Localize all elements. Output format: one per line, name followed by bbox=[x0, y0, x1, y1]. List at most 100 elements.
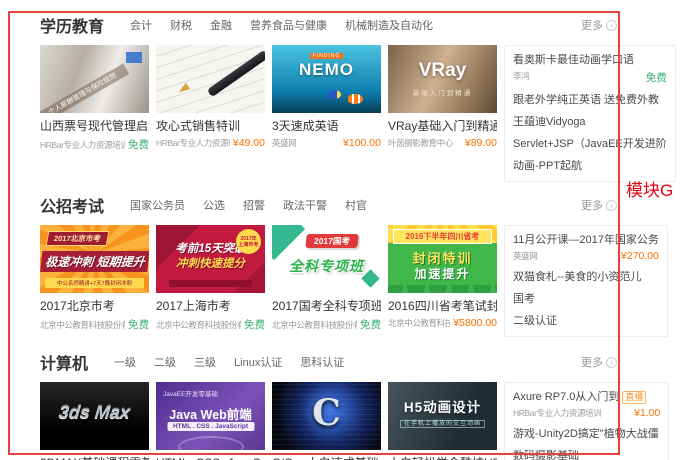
course-meta: 北京中公教育科技股份有限公司 免费 bbox=[40, 317, 149, 332]
tab-public-selection[interactable]: 公选 bbox=[203, 197, 225, 213]
course-thumbnail: 3ds Max bbox=[40, 382, 149, 450]
list-item[interactable]: 游戏-Unity2D搞定"植物大战僵 bbox=[513, 428, 660, 441]
course-meta: 北京中公教育科技股份有限公司 免费 bbox=[156, 317, 265, 332]
course-card[interactable]: 2016下半年四川省考 封闭特训 加速提升 2016四川省考笔试封闭特训 北京中… bbox=[388, 225, 497, 329]
course-card[interactable]: 3ds Max 3DMAX基础课程零基础入门 bbox=[40, 382, 149, 460]
course-thumbnail: C bbox=[272, 382, 381, 450]
list-item[interactable]: 王蕴迪Vidyoga bbox=[513, 116, 667, 129]
tab-nutrition-health[interactable]: 营养食品与健康 bbox=[250, 17, 327, 33]
thumbnail-text-small: JavaEE开发零基础 bbox=[163, 391, 218, 398]
list-item[interactable]: Servlet+JSP（JavaEE开发进阶 bbox=[513, 138, 667, 151]
course-card[interactable]: FINDING NEMO 3天速成英语 英盛网 ¥100.00 bbox=[272, 45, 381, 149]
course-title: 3天速成英语 bbox=[272, 119, 339, 133]
thumbnail-pill: HTML . CSS . JavaScript bbox=[166, 422, 255, 431]
course-provider: 李鸿 bbox=[513, 71, 530, 81]
course-card[interactable]: C C/C++小白速成基础 直播 bbox=[272, 382, 381, 460]
tab-village-official[interactable]: 村官 bbox=[345, 197, 367, 213]
course-price: 免费 bbox=[128, 139, 149, 151]
course-title: 2017国考全科专项班 bbox=[272, 299, 381, 313]
course-title: 国考 bbox=[513, 293, 535, 305]
course-thumbnail: 个人薪酬管理与保险规划 bbox=[40, 45, 149, 113]
list-item[interactable]: Axure RP7.0从入门到 直播 HRBar专业人力资源培训 ¥1.00 bbox=[513, 391, 660, 419]
tab-linux-cert[interactable]: Linux认证 bbox=[234, 354, 282, 370]
chevron-right-icon: › bbox=[606, 199, 617, 211]
course-title-text: C/C++小白速成基础 bbox=[272, 456, 379, 460]
thumbnail-text-big2: 加速提升 bbox=[414, 267, 471, 281]
course-row: 个人薪酬管理与保险规划 山西票号现代管理启示录 HRBar专业人力资源培训 免费… bbox=[40, 45, 676, 182]
course-provider: 英盛网 bbox=[272, 138, 297, 148]
list-item[interactable]: 二级认证 bbox=[513, 315, 659, 328]
course-card[interactable]: 2017国考 全科专项班 2017国考全科专项班 北京中公教育科技股份有限公司 … bbox=[272, 225, 381, 332]
tab-cisco-cert[interactable]: 思科认证 bbox=[300, 354, 344, 370]
list-item[interactable]: 动画-PPT起航 bbox=[513, 160, 667, 173]
course-price: 免费 bbox=[244, 319, 265, 331]
list-item[interactable]: 看奥斯卡最佳动画学口语 李鸿 免费 bbox=[513, 54, 667, 85]
thumbnail-text-big: NEMO bbox=[299, 60, 354, 79]
course-card[interactable]: 考前15天突破 冲刺快速提分 2017年上海市考 2017上海市考 北京中公教育… bbox=[156, 225, 265, 332]
list-item[interactable]: 双猫食札--美食的小资范儿 bbox=[513, 271, 659, 284]
course-card[interactable]: 2017北京市考 极速冲刺 短期提升 中公名师精讲+7天7晚封闭冲刺 2017北… bbox=[40, 225, 149, 332]
course-title: 数码摄影基础 bbox=[513, 450, 579, 460]
tab-level-1[interactable]: 一级 bbox=[114, 354, 136, 370]
tab-level-2[interactable]: 二级 bbox=[154, 354, 176, 370]
list-item[interactable]: 跟老外学纯正英语 送免费外教 bbox=[513, 94, 667, 107]
section-tabs: 会计 财税 金融 营养食品与健康 机械制造及自动化 bbox=[130, 17, 433, 33]
more-label: 更多 bbox=[581, 200, 603, 212]
course-title: 双猫食札--美食的小资范儿 bbox=[513, 271, 642, 283]
thumbnail-text-sub: 中公名师精讲+7天7晚封闭冲刺 bbox=[45, 278, 144, 288]
course-meta: 英盛网 ¥100.00 bbox=[272, 137, 381, 149]
course-provider: 英盛网 bbox=[513, 251, 538, 261]
course-card[interactable]: 个人薪酬管理与保险规划 山西票号现代管理启示录 HRBar专业人力资源培训 免费 bbox=[40, 45, 149, 152]
thumbnail-badge: 2017国考 bbox=[305, 234, 359, 248]
tab-finance-tax[interactable]: 财税 bbox=[170, 17, 192, 33]
section-header: 公招考试 国家公务员 公选 招警 政法干警 村官 更多 › bbox=[40, 196, 617, 216]
more-label: 更多 bbox=[581, 357, 603, 369]
tab-national-civil-servant[interactable]: 国家公务员 bbox=[130, 197, 185, 213]
course-provider: 北京中公教育科技股份有限公司 bbox=[156, 320, 241, 330]
course-title: C/C++小白速成基础 直播 bbox=[272, 456, 381, 460]
course-title: 看奥斯卡最佳动画学口语 bbox=[513, 54, 634, 66]
list-item[interactable]: 国考 bbox=[513, 293, 659, 306]
module-content: 学历教育 会计 财税 金融 营养食品与健康 机械制造及自动化 更多 › 个人薪酬… bbox=[40, 4, 676, 460]
course-card[interactable]: H5动画设计 在手机上播放的交互动画 小白轻松学会酷炫H5 bbox=[388, 382, 497, 460]
course-meta: 李鸿 免费 bbox=[513, 70, 667, 85]
tab-political-law[interactable]: 政法干警 bbox=[283, 197, 327, 213]
more-link[interactable]: 更多 › bbox=[581, 197, 617, 213]
course-price: ¥89.00 bbox=[464, 137, 497, 149]
list-item[interactable]: 11月公开课—2017年国家公务 英盛网 ¥270.00 bbox=[513, 234, 659, 262]
course-price: ¥100.00 bbox=[343, 137, 381, 149]
thumbnail-text-sub: 在手机上播放的交互动画 bbox=[388, 418, 497, 428]
thumbnail-text-big: 极速冲刺 短期提升 bbox=[40, 251, 149, 272]
section-title: 学历教育 bbox=[40, 19, 105, 36]
section-academic-education: 学历教育 会计 财税 金融 营养食品与健康 机械制造及自动化 更多 › 个人薪酬… bbox=[40, 16, 676, 182]
course-title: 攻心式销售特训 bbox=[156, 119, 241, 133]
course-title: 山西票号现代管理启示录 bbox=[40, 119, 149, 133]
course-provider: 叶茵摄影教育中心 bbox=[388, 138, 453, 148]
more-link[interactable]: 更多 › bbox=[581, 17, 617, 33]
section-title: 计算机 bbox=[40, 356, 89, 373]
chevron-right-icon: › bbox=[606, 356, 617, 368]
course-card[interactable]: JavaEE开发零基础 Java Web前端 HTML . CSS . Java… bbox=[156, 382, 265, 460]
tab-finance[interactable]: 金融 bbox=[210, 17, 232, 33]
course-provider: 北京中公教育科技股份有限公司 bbox=[40, 320, 125, 330]
course-thumbnail: 2017北京市考 极速冲刺 短期提升 中公名师精讲+7天7晚封闭冲刺 bbox=[40, 225, 149, 293]
course-title: 二级认证 bbox=[513, 315, 557, 327]
side-course-list: 看奥斯卡最佳动画学口语 李鸿 免费 跟老外学纯正英语 送免费外教 王蕴迪Vidy… bbox=[504, 45, 676, 182]
course-card[interactable]: 攻心式销售特训 HRBar专业人力资源培训 ¥49.00 bbox=[156, 45, 265, 149]
tab-level-3[interactable]: 三级 bbox=[194, 354, 216, 370]
thumbnail-text-big: 全科专项班 bbox=[289, 258, 364, 274]
course-title: 跟老外学纯正英语 送免费外教 bbox=[513, 94, 660, 106]
tab-accounting[interactable]: 会计 bbox=[130, 17, 152, 33]
tab-police-recruit[interactable]: 招警 bbox=[243, 197, 265, 213]
list-item[interactable]: 数码摄影基础 bbox=[513, 450, 660, 460]
tab-machinery-automation[interactable]: 机械制造及自动化 bbox=[345, 17, 433, 33]
more-link[interactable]: 更多 › bbox=[581, 354, 617, 370]
course-card[interactable]: VRay 基础入门到精通 VRay基础入门到精通 叶茵摄影教育中心 ¥89.00 bbox=[388, 45, 497, 149]
course-row: 2017北京市考 极速冲刺 短期提升 中公名师精讲+7天7晚封闭冲刺 2017北… bbox=[40, 225, 668, 337]
course-price: ¥49.00 bbox=[232, 137, 265, 149]
thumbnail-strip bbox=[169, 280, 252, 287]
course-title: VRay基础入门到精通 bbox=[388, 119, 497, 133]
course-meta: 北京中公教育科技股份有限公司 免费 bbox=[272, 317, 381, 332]
course-thumbnail bbox=[156, 45, 265, 113]
course-thumbnail: FINDING NEMO bbox=[272, 45, 381, 113]
